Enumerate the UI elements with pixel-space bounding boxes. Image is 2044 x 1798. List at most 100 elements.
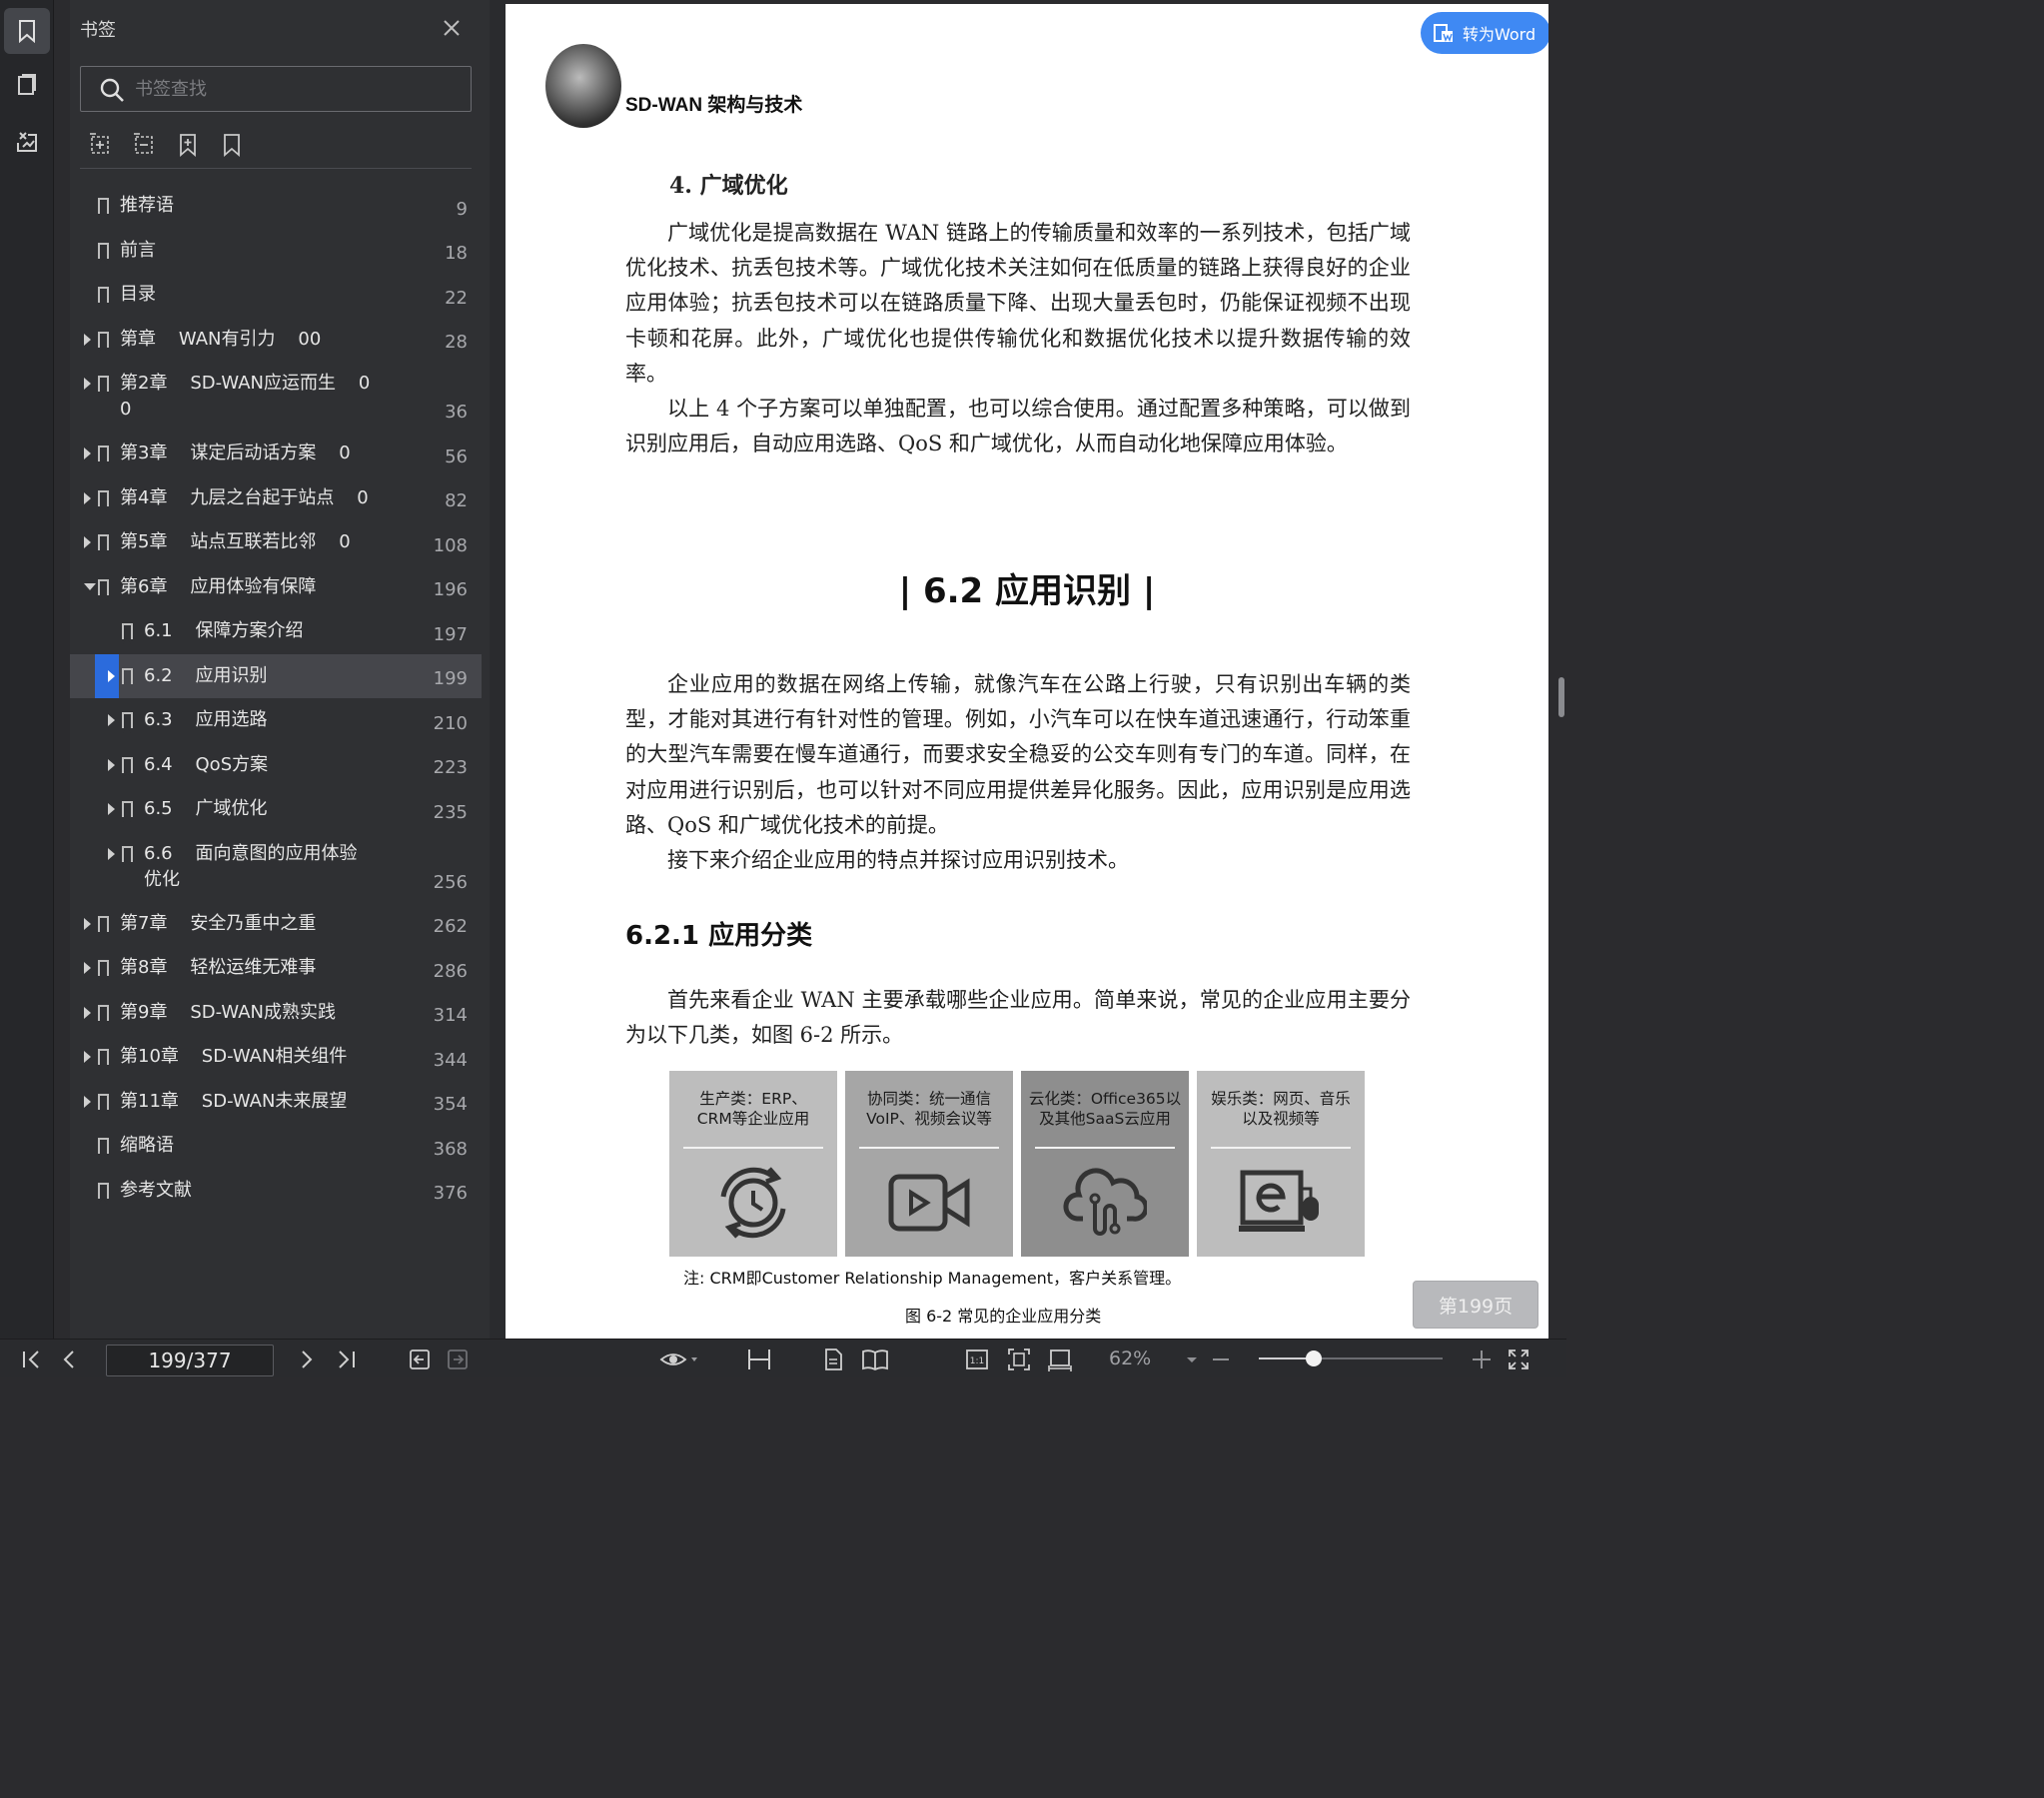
- previous-page-icon[interactable]: [60, 1348, 78, 1371]
- bookmark-page-number: 108: [433, 534, 468, 556]
- zoom-out-icon[interactable]: [1211, 1348, 1231, 1371]
- bookmark-item[interactable]: 6.6 面向意图的应用体验 优化 256: [70, 832, 482, 902]
- panel-splitter[interactable]: [490, 0, 506, 1339]
- bookmark-icon: [98, 1138, 109, 1159]
- expand-arrow-icon[interactable]: [84, 1051, 91, 1063]
- single-page-icon[interactable]: [821, 1348, 845, 1371]
- bookmark-icon: [122, 712, 133, 733]
- close-icon[interactable]: [442, 18, 462, 38]
- add-bookmark-icon[interactable]: [176, 132, 200, 158]
- bookmark-item[interactable]: 第3章 谋定后动话方案 0 56: [70, 432, 482, 476]
- double-page-icon[interactable]: [861, 1348, 889, 1371]
- zoom-in-icon[interactable]: [1471, 1348, 1493, 1371]
- eye-care-mode-icon[interactable]: [659, 1348, 699, 1371]
- bookmark-item[interactable]: 第6章 应用体验有保障 196: [70, 565, 482, 610]
- bookmark-item[interactable]: 第8章 轻松运维无难事 286: [70, 946, 482, 991]
- fit-page-icon[interactable]: [1007, 1348, 1031, 1371]
- collapse-arrow-icon[interactable]: [84, 582, 96, 590]
- bookmark-item[interactable]: 第章 WAN有引力 00 28: [70, 318, 482, 363]
- heading-wan-optimization: 4. 广域优化: [669, 173, 788, 199]
- bookmark-item[interactable]: 6.3 应用选路 210: [70, 698, 482, 743]
- expand-arrow-icon[interactable]: [84, 491, 91, 504]
- collapse-all-icon[interactable]: [132, 132, 156, 158]
- last-page-icon[interactable]: [336, 1348, 358, 1371]
- bookmark-page-number: 368: [433, 1138, 468, 1160]
- bookmark-item[interactable]: 前言 18: [70, 229, 482, 274]
- fullscreen-icon[interactable]: [1507, 1348, 1531, 1371]
- bookmark-item[interactable]: 6.1 保障方案介绍 197: [70, 609, 482, 654]
- page-number-input[interactable]: [106, 1345, 274, 1376]
- fit-width-icon[interactable]: [1047, 1348, 1073, 1371]
- bookmark-page-number: 36: [445, 402, 468, 423]
- expand-arrow-icon[interactable]: [84, 378, 91, 390]
- zoom-dropdown-icon[interactable]: [1185, 1348, 1199, 1371]
- category-production: 生产类：ERP、 CRM等企业应用: [669, 1071, 837, 1257]
- expand-arrow-icon[interactable]: [84, 536, 91, 548]
- expand-arrow-icon[interactable]: [84, 962, 91, 974]
- expand-arrow-icon[interactable]: [84, 333, 91, 346]
- expand-arrow-icon[interactable]: [84, 1006, 91, 1019]
- category-label: 协同类：统一通信 VoIP、视频会议等: [866, 1090, 992, 1128]
- bookmark-item[interactable]: 6.2 应用识别 199: [70, 653, 482, 698]
- subsection-title: 6.2.1 应用分类: [625, 921, 813, 951]
- bookmark-item[interactable]: 第4章 九层之台起于站点 0 82: [70, 476, 482, 521]
- annotation-panel-icon[interactable]: [4, 118, 50, 164]
- continuous-scroll-icon[interactable]: [745, 1348, 773, 1371]
- bookmark-item[interactable]: 第7章 安全乃重中之重 262: [70, 902, 482, 947]
- next-page-icon[interactable]: [298, 1348, 316, 1371]
- bookmark-label: 第4章 九层之台起于站点 0: [120, 486, 369, 508]
- expand-arrow-icon[interactable]: [84, 917, 91, 930]
- figure-note: 注: CRM即Customer Relationship Management，…: [683, 1269, 1182, 1288]
- first-page-icon[interactable]: [20, 1348, 42, 1371]
- back-view-icon[interactable]: [408, 1348, 432, 1371]
- bookmark-item[interactable]: 目录 22: [70, 273, 482, 318]
- bookmark-label: 第11章 SD-WAN未来展望: [120, 1090, 348, 1112]
- bookmark-item[interactable]: 第9章 SD-WAN成熟实践 314: [70, 991, 482, 1036]
- bookmark-item[interactable]: 缩略语 368: [70, 1124, 482, 1169]
- category-cloud: 云化类：Office365以 及其他SaaS云应用: [1021, 1071, 1189, 1257]
- bookmark-page-number: 344: [433, 1049, 468, 1071]
- vertical-scrollbar[interactable]: [1548, 0, 1566, 1339]
- expand-arrow-icon[interactable]: [108, 847, 115, 860]
- bookmark-label: 6.4 QoS方案: [144, 753, 269, 775]
- bookmark-item[interactable]: 参考文献 376: [70, 1169, 482, 1214]
- convert-to-word-button[interactable]: 转为Word: [1421, 12, 1548, 54]
- bookmark-icon: [98, 1093, 109, 1115]
- zoom-slider-knob[interactable]: [1306, 1350, 1323, 1366]
- bookmark-page-number: 354: [433, 1094, 468, 1115]
- bookmark-icon[interactable]: [220, 132, 244, 158]
- expand-arrow-icon[interactable]: [84, 448, 91, 459]
- expand-all-icon[interactable]: [88, 132, 112, 158]
- bookmark-item[interactable]: 6.4 QoS方案 223: [70, 743, 482, 788]
- bookmark-icon: [98, 331, 109, 353]
- book-logo: [545, 44, 621, 128]
- expand-arrow-icon[interactable]: [84, 1095, 91, 1108]
- bookmark-search-input[interactable]: [135, 77, 455, 101]
- document-page: SD-WAN 架构与技术 4. 广域优化 广域优化是提高数据在 WAN 链路上的…: [506, 4, 1548, 1339]
- forward-view-icon[interactable]: [446, 1348, 470, 1371]
- expand-arrow-icon[interactable]: [108, 803, 115, 815]
- zoom-slider[interactable]: [1259, 1350, 1443, 1366]
- thumbnail-panel-icon[interactable]: [4, 62, 50, 108]
- bookmark-item[interactable]: 第5章 站点互联若比邻 0 108: [70, 520, 482, 565]
- bookmark-label: 6.5 广域优化: [144, 798, 268, 819]
- expand-arrow-icon[interactable]: [108, 669, 115, 682]
- bookmark-item[interactable]: 6.5 广域优化 235: [70, 787, 482, 832]
- figure-caption: 图 6-2 常见的企业应用分类: [905, 1307, 1102, 1326]
- bookmark-item[interactable]: 第11章 SD-WAN未来展望 354: [70, 1080, 482, 1125]
- bookmark-item[interactable]: 推荐语 9: [70, 184, 482, 229]
- bookmark-page-number: 256: [433, 871, 468, 893]
- zoom-level[interactable]: 62%: [1109, 1348, 1151, 1369]
- bookmark-panel-icon[interactable]: [4, 8, 50, 54]
- bookmark-page-number: 197: [433, 623, 468, 645]
- video-icon: [888, 1174, 970, 1232]
- expand-arrow-icon[interactable]: [108, 714, 115, 726]
- bookmark-label: 前言: [120, 239, 156, 261]
- bookmark-search-box[interactable]: [80, 66, 472, 112]
- expand-arrow-icon[interactable]: [108, 758, 115, 771]
- scrollbar-thumb[interactable]: [1558, 677, 1564, 717]
- bookmark-label: 6.6 面向意图的应用体验 优化: [144, 842, 358, 890]
- bookmark-item[interactable]: 第2章 SD-WAN应运而生 0 0 36: [70, 362, 482, 432]
- bookmark-item[interactable]: 第10章 SD-WAN相关组件 344: [70, 1035, 482, 1080]
- actual-size-icon[interactable]: 1:1: [965, 1348, 989, 1371]
